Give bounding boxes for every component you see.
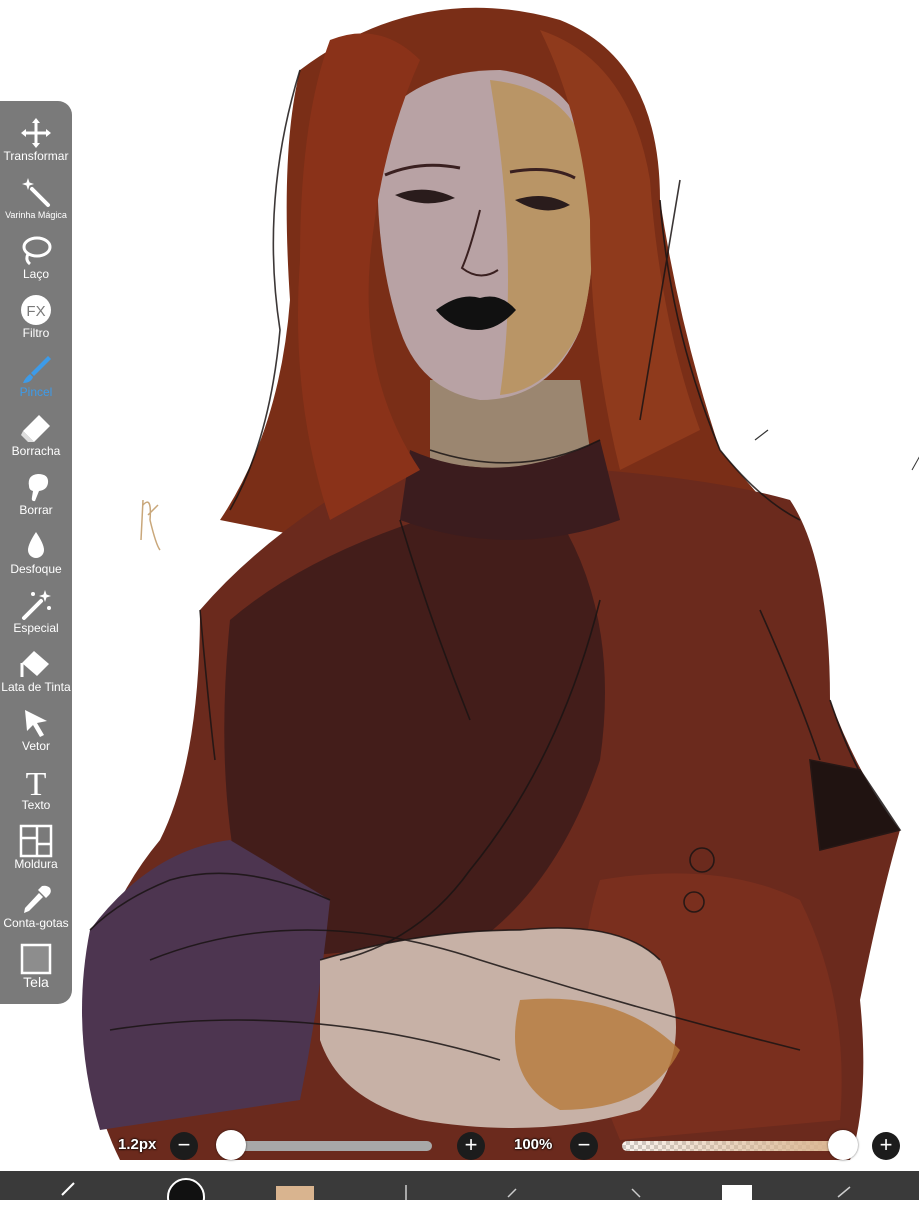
opacity-plus-button[interactable]: + xyxy=(872,1132,900,1160)
tool-label: Texto xyxy=(21,798,51,812)
tool-vetor[interactable]: Vetor xyxy=(0,704,72,763)
opacity-slider[interactable] xyxy=(622,1141,842,1151)
tool-varinha-magica[interactable]: Varinha Mágica xyxy=(0,173,72,232)
magic-wand-icon xyxy=(22,178,50,207)
tool-label: Laço xyxy=(22,267,50,281)
menu-icon xyxy=(837,1186,851,1198)
vector-arrow-icon xyxy=(25,710,47,737)
tool-label: Desfoque xyxy=(10,562,62,576)
tool-label: Moldura xyxy=(14,857,58,871)
tool-label: Varinha Mágica xyxy=(5,210,67,220)
sparkle-wand-icon xyxy=(22,590,51,620)
tool-borrar[interactable]: Borrar xyxy=(0,468,72,527)
bottom-toolbar-icons xyxy=(61,1178,851,1205)
tool-label: Filtro xyxy=(22,326,50,340)
move-icon xyxy=(21,118,51,148)
brush-size-knob[interactable] xyxy=(216,1130,246,1160)
tool-desfoque[interactable]: Desfoque xyxy=(0,527,72,586)
tool-label: Conta-gotas xyxy=(3,916,69,930)
brush-size-value: 1.2px xyxy=(118,1136,157,1153)
paint-bucket-icon xyxy=(20,651,49,677)
opacity-minus-button[interactable]: − xyxy=(570,1132,598,1160)
redo-icon xyxy=(631,1188,641,1198)
tool-especial[interactable]: Especial xyxy=(0,586,72,645)
tool-borracha[interactable]: Borracha xyxy=(0,409,72,468)
svg-text:FX: FX xyxy=(26,303,45,320)
fx-icon: FX xyxy=(21,295,51,325)
eraser-icon xyxy=(21,415,50,442)
brush-size-minus-button[interactable]: − xyxy=(170,1132,198,1160)
smudge-icon xyxy=(28,474,49,502)
tool-bar: Transformar Varinha Mágica Laço FX Filtr… xyxy=(0,101,72,1004)
frame-icon xyxy=(19,824,53,858)
pen-icon xyxy=(61,1182,75,1196)
tool-label: Pincel xyxy=(19,385,53,399)
opacity-value: 100% xyxy=(514,1136,553,1153)
canvas-icon xyxy=(20,943,52,975)
tool-label: Tela xyxy=(23,974,49,990)
tool-laco[interactable]: Laço xyxy=(0,232,72,291)
tool-moldura[interactable]: Moldura xyxy=(0,822,72,881)
tool-texto[interactable]: T Texto xyxy=(0,763,72,822)
eyedropper-icon xyxy=(24,885,51,913)
bottom-toolbar xyxy=(0,1171,919,1205)
brush-preview-icon xyxy=(167,1178,205,1205)
tool-transformar[interactable]: Transformar xyxy=(0,114,72,173)
tool-label: Borracha xyxy=(11,444,61,458)
tool-label: Transformar xyxy=(3,149,69,163)
text-icon: T xyxy=(26,766,47,799)
tool-label: Borrar xyxy=(19,503,53,517)
brush-icon xyxy=(23,356,51,383)
tool-conta-gotas[interactable]: Conta-gotas xyxy=(0,881,72,940)
svg-text:T: T xyxy=(26,766,47,799)
brush-size-slider[interactable] xyxy=(232,1141,432,1151)
tool-filtro[interactable]: FX Filtro xyxy=(0,291,72,350)
blur-drop-icon xyxy=(28,532,44,558)
drawing-canvas[interactable] xyxy=(0,0,919,1200)
color-swatch xyxy=(276,1186,314,1205)
tool-pincel[interactable]: Pincel xyxy=(0,350,72,409)
layers-icon xyxy=(722,1185,752,1203)
lasso-icon xyxy=(22,236,52,266)
undo-icon xyxy=(507,1188,517,1198)
tool-label: Vetor xyxy=(21,739,51,753)
tool-lata-de-tinta[interactable]: Lata de Tinta xyxy=(0,645,72,704)
tool-tela[interactable]: Tela xyxy=(0,940,72,999)
brush-size-plus-button[interactable]: + xyxy=(457,1132,485,1160)
opacity-knob[interactable] xyxy=(828,1130,858,1160)
tool-label: Especial xyxy=(13,621,59,635)
tool-label: Lata de Tinta xyxy=(1,680,71,694)
